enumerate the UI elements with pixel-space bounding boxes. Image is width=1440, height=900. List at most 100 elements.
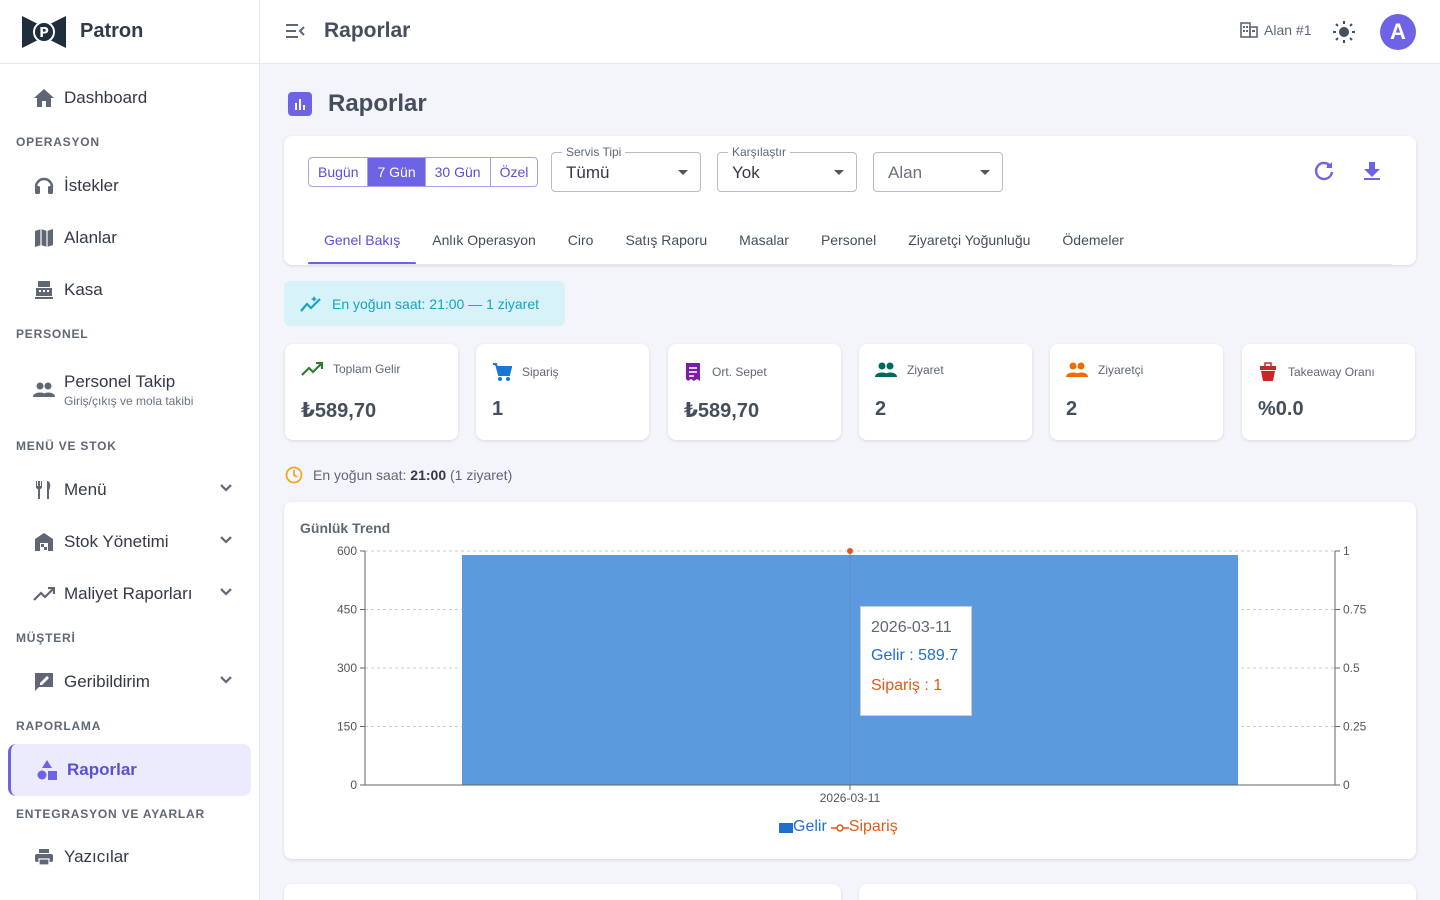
- receipt-icon: [686, 363, 700, 381]
- range-ozel-button[interactable]: Özel: [491, 158, 538, 186]
- kpi-siparis: Sipariş 1: [476, 344, 649, 440]
- daily-trend-chart: 0 150 300 450 600 0 0.25 0.5 0.75 1 2026-03-11: [337, 544, 1367, 805]
- tab-anlik-operasyon[interactable]: Anlık Operasyon: [416, 218, 552, 265]
- banner-text: En yoğun saat: 21:00 — 1 ziyaret: [332, 295, 540, 312]
- sidebar-item-label: Personel Takip: [64, 372, 176, 391]
- x-tick-label: 2026-03-11: [820, 791, 881, 805]
- section-entegrasyon: ENTEGRASYON VE AYARLAR: [16, 807, 205, 821]
- sidebar-item-alanlar[interactable]: Alanlar: [8, 212, 251, 264]
- refresh-icon[interactable]: [1313, 160, 1335, 187]
- y-tick-label: 300: [337, 661, 357, 675]
- sidebar-item-label: Kasa: [64, 280, 103, 299]
- printer-icon: [32, 845, 56, 869]
- y-tick-label: 450: [337, 603, 357, 617]
- karsilastir-select[interactable]: Karşılaştır Yok: [717, 145, 857, 192]
- legend-siparis[interactable]: Sipariş: [830, 818, 898, 836]
- kpi-toplam-gelir: Toplam Gelir ₺589,70: [285, 344, 458, 440]
- dropdown-arrow-icon: [980, 170, 990, 175]
- tab-ziyaretci-yogunlugu[interactable]: Ziyaretçi Yoğunluğu: [892, 218, 1046, 265]
- sidebar-item-yazicilar[interactable]: Yazıcılar: [8, 831, 251, 883]
- sidebar-item-personel-takip[interactable]: Personel Takip Giriş/çıkış ve mola takib…: [8, 362, 251, 418]
- filter-card: Bugün 7 Gün 30 Gün Özel Servis Tipi Tümü…: [284, 136, 1416, 265]
- sidebar-item-label: Yazıcılar: [64, 847, 129, 866]
- bottom-card-left: [284, 884, 841, 900]
- topbar: Raporlar Alan #1 A: [260, 0, 1440, 64]
- sidebar: P Patron Dashboard OPERASYON İstekler Al…: [0, 0, 260, 900]
- sidebar-item-geribildirim[interactable]: Geribildirim: [8, 656, 251, 708]
- kpi-label: Ziyaret: [907, 363, 944, 377]
- tab-masalar[interactable]: Masalar: [723, 218, 805, 265]
- kpi-value: 2: [1066, 398, 1078, 420]
- kpi-ort-sepet: Ort. Sepet ₺589,70: [668, 344, 841, 440]
- tab-satis-raporu[interactable]: Satış Raporu: [609, 218, 723, 265]
- kpi-ziyaret: Ziyaret 2: [859, 344, 1032, 440]
- sun-icon[interactable]: [1332, 20, 1356, 49]
- sidebar-item-label: Stok Yönetimi: [64, 532, 169, 551]
- sidebar-item-label: Maliyet Raporları: [64, 584, 193, 603]
- chevron-down-icon: [219, 480, 233, 498]
- y2-tick-label: 0.25: [1343, 720, 1367, 734]
- bowtie-logo-icon: P: [22, 15, 66, 48]
- y2-tick-label: 0: [1343, 778, 1350, 792]
- report-tabs: Genel Bakış Anlık Operasyon Ciro Satış R…: [308, 218, 1140, 265]
- sidebar-item-label: Geribildirim: [64, 672, 150, 691]
- trending-up-icon: [301, 362, 323, 376]
- sidebar-item-istekler[interactable]: İstekler: [8, 160, 251, 212]
- servis-tipi-select[interactable]: Servis Tipi Tümü: [551, 145, 701, 192]
- range-bugun-button[interactable]: Bugün: [309, 158, 369, 186]
- tab-odemeler[interactable]: Ödemeler: [1046, 218, 1139, 265]
- sidebar-item-stok[interactable]: Stok Yönetimi: [8, 516, 251, 568]
- sidebar-item-maliyet[interactable]: Maliyet Raporları: [8, 568, 251, 620]
- chart-legend: Gelir Sipariş: [779, 818, 898, 836]
- brand[interactable]: P Patron: [0, 0, 259, 64]
- menu-collapse-icon[interactable]: [284, 20, 306, 47]
- insights-icon: [300, 295, 321, 312]
- sidebar-item-menu[interactable]: Menü: [8, 464, 251, 516]
- peak-hour-info: En yoğun saat: 21:00 (1 ziyaret): [285, 466, 512, 484]
- home-icon: [32, 86, 56, 110]
- kpi-value: 1: [492, 398, 504, 420]
- people-icon: [1066, 362, 1088, 377]
- kpi-label: Ziyaretçi: [1098, 363, 1144, 377]
- sidebar-item-label: Alanlar: [64, 228, 117, 247]
- alan-placeholder: Alan: [888, 163, 923, 182]
- chart-tooltip: 2026-03-11 Gelir : 589.7 Sipariş : 1: [860, 606, 972, 716]
- area-selector[interactable]: Alan #1: [1240, 22, 1311, 38]
- kpi-value: 2: [875, 398, 887, 420]
- alan-select[interactable]: Alan: [873, 152, 1003, 192]
- sidebar-item-kasa[interactable]: Kasa: [8, 264, 251, 316]
- sidebar-item-raporlar[interactable]: Raporlar: [8, 744, 251, 796]
- avatar[interactable]: A: [1380, 14, 1416, 50]
- brand-name: Patron: [80, 20, 144, 42]
- tabs-divider: [308, 264, 1392, 265]
- tab-genel-bakis[interactable]: Genel Bakış: [308, 218, 417, 265]
- sidebar-item-dashboard[interactable]: Dashboard: [8, 72, 251, 124]
- legend-swatch-bar: [779, 823, 793, 833]
- karsilastir-value: Yok: [732, 163, 760, 182]
- tab-ciro[interactable]: Ciro: [552, 218, 610, 265]
- tab-personel[interactable]: Personel: [805, 218, 892, 265]
- range-7gun-button[interactable]: 7 Gün: [368, 158, 426, 186]
- peak-hour-banner: En yoğun saat: 21:00 — 1 ziyaret: [284, 281, 565, 326]
- y2-tick-label: 0.5: [1343, 661, 1360, 675]
- range-30gun-button[interactable]: 30 Gün: [426, 158, 491, 186]
- download-icon[interactable]: [1361, 160, 1383, 187]
- sidebar-item-label: İstekler: [64, 176, 119, 195]
- sidebar-item-label: Raporlar: [67, 760, 137, 779]
- page-header: Raporlar: [288, 90, 427, 118]
- kpi-value: ₺589,70: [684, 400, 760, 422]
- dropdown-arrow-icon: [834, 170, 844, 175]
- warehouse-icon: [32, 530, 56, 554]
- chevron-down-icon: [219, 672, 233, 690]
- legend-swatch-line: [830, 824, 849, 832]
- dropdown-arrow-icon: [678, 170, 688, 175]
- clock-icon: [285, 466, 303, 484]
- karsilastir-label: Karşılaştır: [728, 145, 791, 159]
- section-operasyon: OPERASYON: [16, 135, 100, 149]
- legend-gelir[interactable]: Gelir: [779, 818, 827, 836]
- peak-suffix: (1 ziyaret): [450, 467, 513, 483]
- legend-gelir-label: Gelir: [793, 818, 827, 835]
- y-tick-label: 0: [350, 778, 357, 792]
- takeaway-icon: [1260, 362, 1276, 381]
- kpi-label: Takeaway Oranı: [1288, 365, 1375, 379]
